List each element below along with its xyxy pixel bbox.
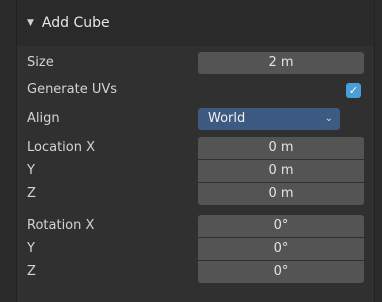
generate-uvs-checkbox[interactable]: ✓: [346, 83, 361, 98]
location-y-label: Y: [27, 163, 35, 178]
location-z-field[interactable]: 0 m: [198, 183, 364, 205]
size-field[interactable]: 2 m: [198, 52, 364, 74]
align-dropdown[interactable]: World ⌄: [198, 108, 340, 130]
location-y-field[interactable]: 0 m: [198, 160, 364, 182]
rotation-x-label: Rotation X: [27, 218, 95, 233]
location-x-row: Location X 0 m: [17, 137, 374, 159]
collapse-caret-icon[interactable]: ▼: [27, 18, 34, 28]
rotation-y-label: Y: [27, 241, 35, 256]
redo-panel-add-cube: ▼ Add Cube Size 2 m Generate UVs ✓ Align…: [16, 0, 375, 302]
location-y-row: Y 0 m: [17, 160, 374, 182]
rotation-y-field[interactable]: 0°: [198, 238, 364, 260]
rotation-x-field[interactable]: 0°: [198, 215, 364, 237]
generate-uvs-row: Generate UVs ✓: [17, 79, 374, 101]
align-value: World: [208, 111, 246, 126]
location-x-label: Location X: [27, 140, 96, 155]
align-label: Align: [27, 111, 60, 126]
panel-title: Add Cube: [41, 15, 110, 31]
chevron-down-icon: ⌄: [324, 113, 333, 124]
rotation-z-label: Z: [27, 264, 36, 279]
location-z-label: Z: [27, 186, 36, 201]
align-row: Align World ⌄: [17, 108, 374, 130]
location-z-row: Z 0 m: [17, 183, 374, 205]
rotation-x-row: Rotation X 0°: [17, 215, 374, 237]
location-x-field[interactable]: 0 m: [198, 137, 364, 159]
rotation-y-row: Y 0°: [17, 238, 374, 260]
generate-uvs-label: Generate UVs: [27, 82, 118, 97]
rotation-z-row: Z 0°: [17, 261, 374, 283]
size-row: Size 2 m: [17, 52, 374, 74]
rotation-z-field[interactable]: 0°: [198, 261, 364, 283]
checkmark-icon: ✓: [348, 84, 359, 97]
panel-header[interactable]: ▼ Add Cube: [17, 0, 374, 46]
size-label: Size: [27, 55, 54, 70]
